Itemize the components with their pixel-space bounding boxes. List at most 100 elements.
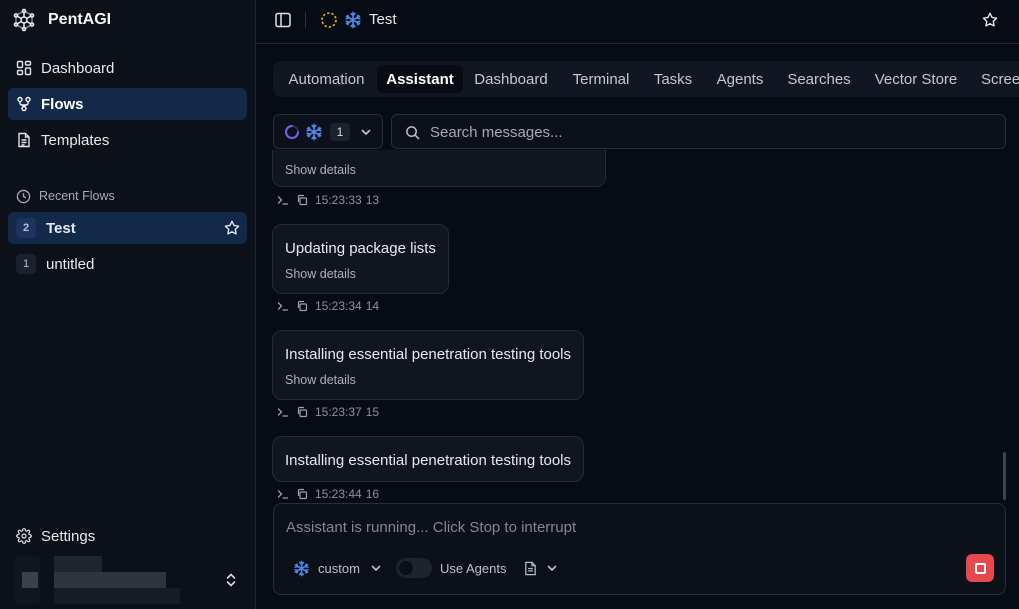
snowflake-provider-icon — [305, 123, 323, 141]
stop-button[interactable] — [966, 554, 994, 582]
sidebar-item-label: Templates — [41, 131, 110, 149]
chevrons-up-down-icon[interactable] — [224, 571, 238, 589]
copy-icon[interactable] — [296, 406, 308, 418]
message-input[interactable] — [286, 516, 986, 538]
recent-flows-heading: Recent Flows — [16, 186, 115, 206]
status-running-icon — [320, 11, 338, 29]
tab-dashboard[interactable]: Dashboard — [467, 65, 555, 93]
message-card: Show details — [272, 150, 606, 187]
flow-title: Test — [369, 11, 397, 28]
pentagi-logo-icon — [12, 8, 36, 32]
user-name-redacted — [54, 572, 166, 588]
snowflake-provider-icon — [344, 11, 362, 29]
templates-doc-icon — [16, 132, 32, 148]
recent-flow-item[interactable]: 2 Test — [8, 212, 247, 244]
search-input[interactable] — [430, 121, 990, 143]
tab-automation[interactable]: Automation — [279, 65, 374, 93]
file-text-icon — [523, 561, 538, 576]
message-composer: custom Use Agents — [273, 503, 1006, 595]
flow-name: untitled — [46, 255, 95, 273]
sidebar-item-label: Flows — [41, 95, 84, 113]
message-meta: 15:23:44 16 — [277, 487, 379, 501]
chevron-down-icon — [360, 126, 372, 138]
message-meta: 15:23:33 13 — [277, 193, 379, 207]
favorite-star-icon[interactable] — [981, 11, 999, 29]
flow-number: 2 — [16, 218, 36, 238]
sidebar-item-dashboard[interactable]: Dashboard — [8, 52, 247, 84]
message-id: 16 — [365, 487, 380, 501]
flows-icon — [16, 96, 32, 112]
top-header: Test — [256, 0, 1019, 44]
tab-vector-store[interactable]: Vector Store — [867, 65, 965, 93]
message-time: 15:23:34 — [315, 299, 362, 313]
terminal-prompt-icon — [277, 194, 289, 206]
agent-filter-select[interactable]: 1 — [273, 114, 383, 149]
header-divider — [305, 12, 306, 28]
tab-agents[interactable]: Agents — [709, 65, 771, 93]
flow-number: 1 — [16, 254, 36, 274]
messages-scrollbar[interactable] — [1003, 452, 1006, 500]
show-details-link[interactable]: Show details — [285, 163, 356, 177]
user-email-redacted — [54, 588, 180, 604]
message-time: 15:23:37 — [315, 405, 362, 419]
model-select[interactable]: custom — [293, 558, 382, 578]
star-icon[interactable] — [223, 219, 241, 237]
show-details-link[interactable]: Show details — [285, 267, 356, 281]
copy-icon[interactable] — [296, 194, 308, 206]
message-card: Installing essential penetration testing… — [272, 330, 584, 400]
message-id: 14 — [365, 299, 380, 313]
flow-name: Test — [46, 219, 76, 237]
message-id: 13 — [365, 193, 380, 207]
clock-icon — [16, 189, 31, 204]
message-text: Updating package lists — [285, 240, 436, 257]
recent-flow-item[interactable]: 1 untitled — [8, 248, 247, 280]
sidebar-item-templates[interactable]: Templates — [8, 124, 247, 156]
tab-assistant[interactable]: Assistant — [377, 65, 463, 93]
tab-terminal[interactable]: Terminal — [561, 65, 641, 93]
snowflake-provider-icon — [293, 560, 310, 577]
message-time: 15:23:44 — [315, 487, 362, 501]
chevron-down-icon — [370, 562, 382, 574]
terminal-prompt-icon — [277, 300, 289, 312]
copy-icon[interactable] — [296, 488, 308, 500]
gear-icon — [16, 528, 32, 544]
user-account-menu[interactable] — [14, 556, 246, 604]
stop-icon — [974, 562, 986, 574]
toggle-knob — [399, 561, 413, 575]
use-agents-toggle[interactable]: Use Agents — [396, 558, 507, 578]
message-text: Installing essential penetration testing… — [285, 346, 572, 363]
show-details-link[interactable]: Show details — [285, 373, 356, 387]
sidebar: PentAGI Dashboard Flows Templates Recent… — [0, 0, 256, 609]
message-time: 15:23:33 — [315, 193, 362, 207]
recent-flows-label: Recent Flows — [39, 189, 115, 203]
message-meta: 15:23:34 14 — [277, 299, 379, 313]
terminal-prompt-icon — [277, 406, 289, 418]
agent-count-badge: 1 — [330, 123, 350, 141]
search-messages-box — [391, 114, 1006, 149]
tab-bar: Automation Assistant Dashboard Terminal … — [273, 61, 1019, 97]
sidebar-item-label: Settings — [41, 527, 96, 545]
copy-icon[interactable] — [296, 300, 308, 312]
sidebar-item-flows[interactable]: Flows — [8, 88, 247, 120]
sidebar-toggle-icon[interactable] — [274, 11, 292, 29]
message-meta: 15:23:37 15 — [277, 405, 379, 419]
app-name: PentAGI — [48, 11, 112, 28]
brand[interactable]: PentAGI — [12, 8, 111, 32]
message-card: Updating package lists Show details — [272, 224, 449, 294]
messages-list[interactable]: Show details 15:23:33 13 Updating packag… — [256, 150, 1019, 503]
model-name: custom — [318, 560, 360, 576]
tab-tasks[interactable]: Tasks — [645, 65, 701, 93]
attachment-menu[interactable] — [523, 558, 558, 578]
use-agents-label: Use Agents — [440, 560, 507, 576]
sidebar-item-label: Dashboard — [41, 59, 115, 77]
sidebar-item-settings[interactable]: Settings — [8, 520, 247, 552]
toggle-switch[interactable] — [396, 558, 432, 578]
tab-screenshots[interactable]: Screenshots — [981, 65, 1019, 93]
terminal-prompt-icon — [277, 488, 289, 500]
loading-spinner-icon — [284, 124, 300, 140]
dashboard-grid-icon — [16, 60, 32, 76]
message-card: Installing essential penetration testing… — [272, 436, 584, 482]
chevron-down-icon — [546, 562, 558, 574]
tab-searches[interactable]: Searches — [779, 65, 859, 93]
message-text: Installing essential penetration testing… — [285, 452, 572, 469]
